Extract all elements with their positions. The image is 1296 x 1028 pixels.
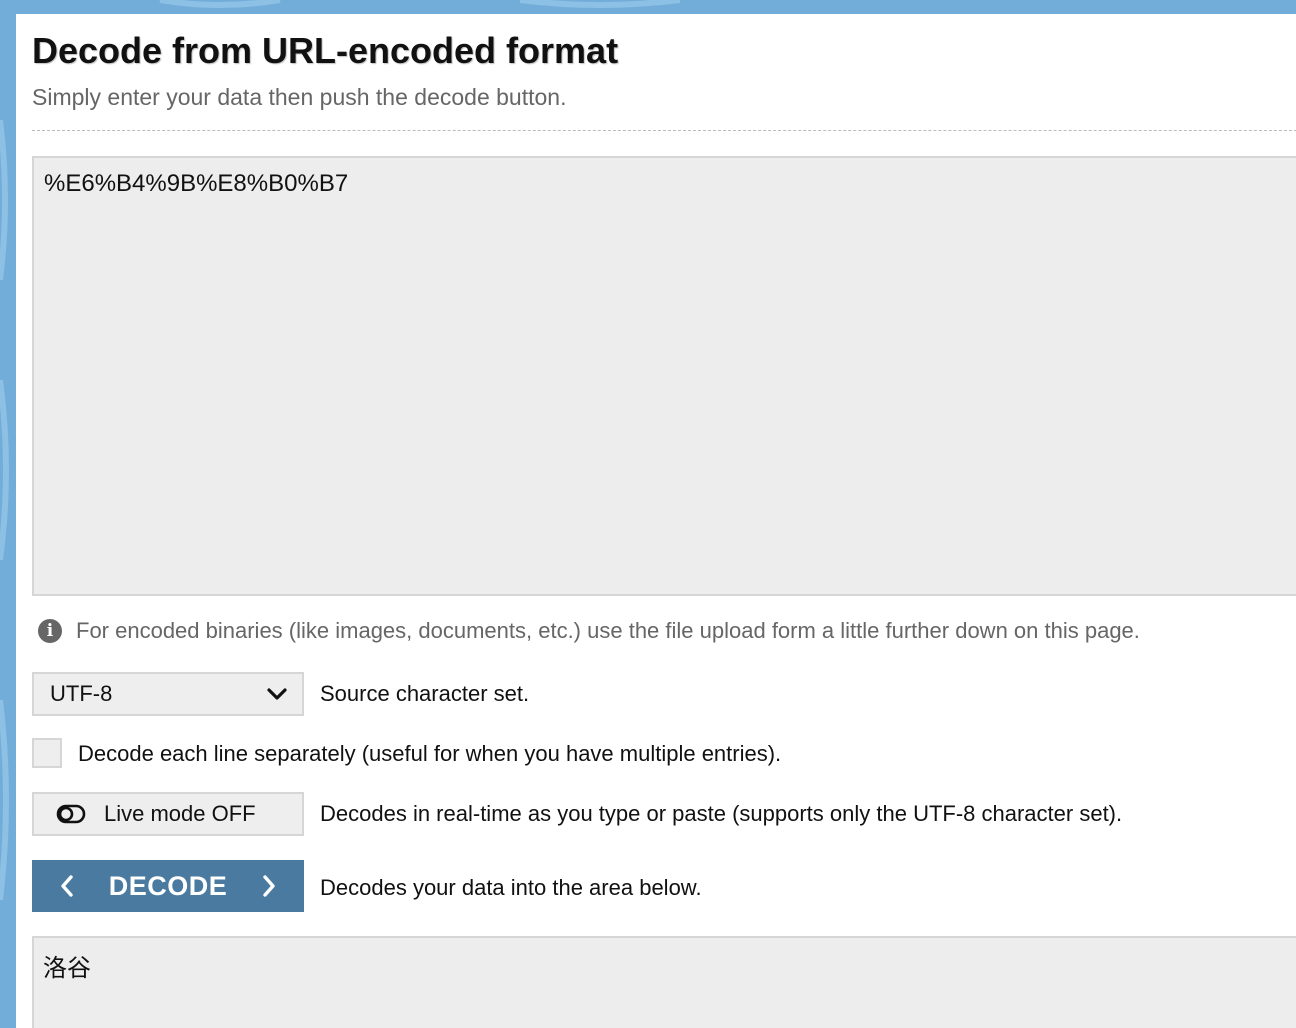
decode-button-label: DECODE	[108, 870, 228, 901]
charset-select[interactable]: UTF-8	[32, 672, 304, 716]
charset-label: Source character set.	[320, 681, 530, 706]
decode-lines-separately-checkbox[interactable]	[32, 738, 62, 768]
page-title: Decode from URL-encoded format	[32, 30, 619, 71]
decode-lines-separately-label: Decode each line separately (useful for …	[78, 741, 782, 766]
decoded-output-textarea[interactable]: 洛谷	[32, 936, 1296, 1028]
decode-description: Decodes your data into the area below.	[320, 875, 702, 900]
toggle-off-icon	[56, 804, 86, 824]
binary-info-text: For encoded binaries (like images, docum…	[76, 618, 1140, 643]
charset-selected-value: UTF-8	[50, 681, 113, 706]
info-circle-icon: i	[38, 619, 62, 643]
chevron-left-icon	[61, 875, 73, 897]
dashed-divider	[32, 130, 1296, 131]
decode-button[interactable]: DECODE	[32, 860, 304, 912]
encoded-input-textarea[interactable]: %E6%B4%9B%E8%B0%B7	[32, 156, 1296, 596]
chevron-down-icon	[267, 688, 287, 700]
decoder-panel: Decode from URL-encoded format Simply en…	[16, 14, 1296, 1028]
page-subtitle: Simply enter your data then push the dec…	[32, 84, 567, 110]
binary-info-note: i For encoded binaries (like images, doc…	[38, 616, 1140, 646]
live-mode-toggle-button[interactable]: Live mode OFF	[32, 792, 304, 836]
live-mode-description: Decodes in real-time as you type or past…	[320, 801, 1123, 826]
chevron-right-icon	[263, 875, 275, 897]
live-mode-label: Live mode OFF	[104, 801, 256, 826]
